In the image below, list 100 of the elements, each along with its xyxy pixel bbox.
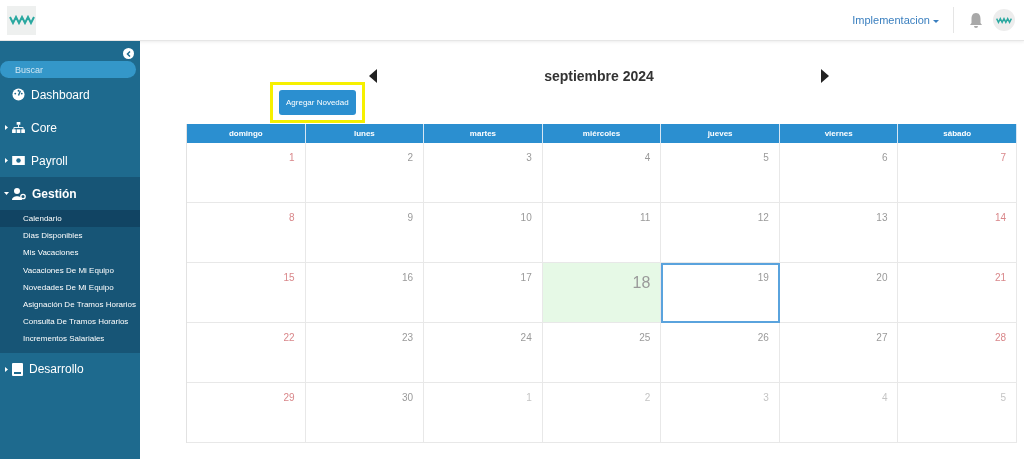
day-cell[interactable]: 16: [305, 263, 425, 323]
day-number: 24: [520, 332, 532, 343]
weekday-header: domingo: [187, 124, 306, 143]
day-cell[interactable]: 12: [661, 203, 780, 263]
weekday-header: viernes: [779, 124, 899, 143]
day-cell[interactable]: 15: [187, 263, 306, 323]
day-number: 17: [520, 272, 532, 283]
day-cell[interactable]: 27: [779, 323, 899, 383]
weekday-header: jueves: [661, 124, 780, 143]
day-number: 7: [1000, 152, 1007, 163]
day-number: 19: [757, 272, 769, 283]
day-number: 13: [876, 212, 888, 223]
day-number: 4: [881, 392, 888, 403]
sitemap-icon: [12, 122, 25, 133]
nav-item[interactable]: Gestión: [0, 177, 140, 210]
day-number: 8: [289, 212, 295, 223]
previous-month-icon[interactable]: [369, 69, 377, 83]
nav-item[interactable]: Core: [0, 111, 140, 144]
book-icon: [12, 362, 23, 376]
next-month-icon[interactable]: [821, 69, 829, 83]
day-cell[interactable]: 22: [187, 323, 306, 383]
day-cell[interactable]: 3: [424, 143, 543, 203]
day-number: 5: [763, 152, 769, 163]
day-number: 10: [520, 212, 532, 223]
day-cell[interactable]: 1: [187, 143, 306, 203]
day-number: 29: [283, 392, 295, 403]
weekday-header: martes: [424, 124, 543, 143]
day-cell[interactable]: 24: [424, 323, 543, 383]
nav-item[interactable]: Desarrollo: [0, 352, 140, 386]
day-cell[interactable]: 13: [779, 203, 899, 263]
nav-item[interactable]: Payroll: [0, 144, 140, 177]
day-number: 4: [644, 152, 651, 163]
day-cell[interactable]: 17: [424, 263, 543, 323]
submenu-item[interactable]: Consulta De Tramos Horarios: [0, 313, 140, 331]
search-field[interactable]: Buscar: [0, 61, 136, 78]
day-cell[interactable]: 7: [898, 143, 1018, 203]
user-gear-icon: [12, 187, 26, 200]
day-cell[interactable]: 8: [187, 203, 306, 263]
day-cell[interactable]: 3: [661, 383, 780, 443]
day-cell[interactable]: 28: [898, 323, 1018, 383]
day-cell[interactable]: 25: [542, 323, 662, 383]
day-cell[interactable]: 23: [305, 323, 425, 383]
day-number: 14: [994, 212, 1007, 223]
weekday-header: sábado: [898, 124, 1018, 143]
day-cell[interactable]: 9: [305, 203, 425, 263]
company-logo: [7, 5, 36, 35]
submenu-item[interactable]: Mis Vacaciones: [0, 244, 140, 262]
day-cell[interactable]: 5: [898, 383, 1018, 443]
weekday-header: lunes: [305, 124, 425, 143]
day-number: 15: [283, 272, 295, 283]
weekday-header: miércoles: [542, 124, 662, 143]
submenu-item[interactable]: Vacaciones De Mi Equipo: [0, 261, 140, 279]
day-number: 27: [876, 332, 888, 343]
day-number: 21: [994, 272, 1007, 283]
day-cell[interactable]: 5: [661, 143, 780, 203]
day-number: 18: [632, 274, 651, 292]
chevron-left-icon: [125, 50, 132, 57]
day-cell[interactable]: 14: [898, 203, 1018, 263]
submenu-item[interactable]: Asignación De Tramos Horarios: [0, 295, 140, 314]
day-number: 16: [402, 272, 414, 283]
day-number: 2: [407, 152, 414, 163]
day-cell[interactable]: 4: [542, 143, 662, 203]
day-cell[interactable]: 10: [424, 203, 543, 263]
user-menu[interactable]: Implementacion: [852, 14, 939, 26]
day-number: 3: [763, 392, 769, 403]
day-number: 22: [283, 332, 295, 343]
day-number: 11: [639, 212, 651, 223]
nav-item[interactable]: Dashboard: [0, 78, 140, 111]
add-news-button[interactable]: Agregar Novedad: [279, 90, 356, 115]
day-number: 6: [881, 152, 888, 163]
user-avatar[interactable]: [993, 9, 1015, 31]
day-number: 25: [639, 332, 651, 343]
day-number: 23: [402, 332, 414, 343]
day-number: 26: [757, 332, 769, 343]
day-number: 12: [757, 212, 769, 223]
day-number: 28: [994, 332, 1007, 343]
day-cell[interactable]: 21: [898, 263, 1018, 323]
day-number: 30: [402, 392, 414, 403]
month-title: septiembre 2024: [544, 68, 654, 84]
day-number: 1: [289, 152, 295, 163]
day-cell[interactable]: 4: [779, 383, 899, 443]
day-cell[interactable]: 30: [305, 383, 425, 443]
day-cell[interactable]: 18: [542, 263, 662, 323]
day-cell[interactable]: 26: [661, 323, 780, 383]
banknote-icon: [12, 156, 25, 165]
collapse-sidebar-button[interactable]: [123, 48, 134, 59]
submenu-item[interactable]: Dias Disponibles: [0, 227, 140, 245]
day-cell[interactable]: 19: [661, 263, 780, 323]
submenu-item[interactable]: Novedades De Mi Equipo: [0, 278, 140, 296]
day-cell[interactable]: 6: [779, 143, 899, 203]
day-number: 3: [526, 152, 532, 163]
day-cell[interactable]: 20: [779, 263, 899, 323]
submenu-item[interactable]: Incrementos Salariales: [0, 330, 140, 348]
day-cell[interactable]: 2: [305, 143, 425, 203]
day-number: 9: [407, 212, 414, 223]
gauge-icon: [12, 88, 25, 101]
day-number: 5: [1000, 392, 1007, 403]
day-cell[interactable]: 29: [187, 383, 306, 443]
submenu-item[interactable]: Calendario: [0, 210, 140, 228]
day-number: 20: [876, 272, 888, 283]
